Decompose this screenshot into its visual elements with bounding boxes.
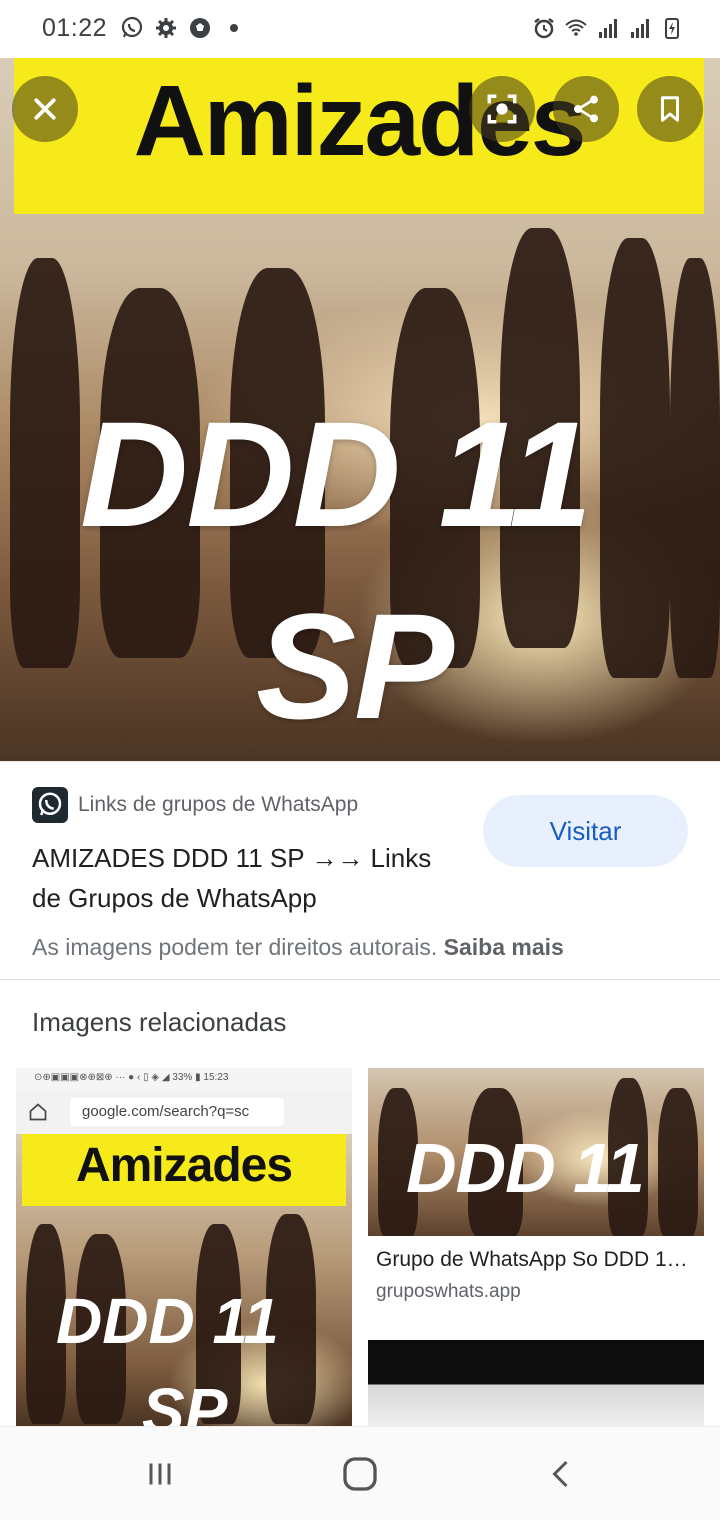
home-button[interactable] <box>300 1427 420 1520</box>
copyright-notice: As imagens podem ter direitos autorais. … <box>32 934 564 961</box>
bookmark-icon <box>661 96 679 122</box>
status-time: 01:22 <box>42 14 108 42</box>
hero-text-line2: SP <box>256 582 454 750</box>
related-image-2-source: gruposwhats.app <box>376 1281 521 1302</box>
divider <box>0 979 720 980</box>
related-image-3[interactable] <box>368 1340 704 1426</box>
home-icon <box>343 1457 377 1491</box>
thumb-image: Amizades DDD 11 SP <box>16 1134 352 1426</box>
silhouette <box>600 238 670 678</box>
dot-icon <box>230 24 238 32</box>
soccer-ball-icon <box>190 18 210 38</box>
related-image-2[interactable]: DDD 11 <box>368 1068 704 1236</box>
whatsapp-icon <box>38 792 62 816</box>
status-bar: 01:22 <box>0 0 720 58</box>
site-favicon <box>32 787 68 823</box>
related-image-1[interactable]: ⊙⊕▣▣▣⊗⊕⊠⊕ ··· ● ‹ ▯ ◈ ◢ 33% ▮ 15:23 goog… <box>16 1068 352 1426</box>
wifi-icon <box>565 19 587 36</box>
thumb-text-line2: SP <box>142 1375 228 1426</box>
lens-icon <box>487 94 517 124</box>
thumb-url-bar: google.com/search?q=sc <box>16 1090 352 1134</box>
thumb-text-line1: DDD 11 <box>56 1285 279 1357</box>
thumb-status-bar: ⊙⊕▣▣▣⊗⊕⊠⊕ ··· ● ‹ ▯ ◈ ◢ 33% ▮ 15:23 <box>16 1068 352 1090</box>
navigation-bar <box>0 1426 720 1520</box>
visit-button[interactable]: Visitar <box>483 795 688 867</box>
recents-icon <box>149 1463 171 1485</box>
gear-icon <box>156 18 176 38</box>
thumb-text: DDD 11 <box>406 1129 645 1207</box>
close-icon <box>34 98 56 120</box>
recents-button[interactable] <box>100 1427 220 1520</box>
thumb-banner: Amizades <box>22 1134 346 1206</box>
hero-text-line1: DDD 11 <box>80 390 592 558</box>
copyright-text: As imagens podem ter direitos autorais. <box>32 934 438 960</box>
learn-more-link[interactable]: Saiba mais <box>444 934 564 960</box>
signal-icon <box>631 19 649 38</box>
thumb-banner-text: Amizades <box>75 1139 293 1192</box>
lens-button[interactable] <box>469 76 535 142</box>
signal-icon <box>599 19 617 38</box>
hero-image[interactable]: Amizades DDD 11 SP <box>0 58 720 761</box>
share-icon <box>574 95 598 123</box>
silhouette <box>658 1088 698 1236</box>
result-title[interactable]: AMIZADES DDD 11 SP →→ Links de Grupos de… <box>32 838 452 918</box>
back-button[interactable] <box>502 1427 622 1520</box>
silhouette <box>670 258 720 678</box>
related-images-heading: Imagens relacionadas <box>32 1007 287 1037</box>
result-info: Links de grupos de WhatsApp AMIZADES DDD… <box>0 761 720 979</box>
alarm-icon <box>534 18 554 39</box>
back-icon <box>552 1460 568 1488</box>
thumb-url: google.com/search?q=sc <box>70 1098 284 1126</box>
silhouette <box>10 258 80 668</box>
whatsapp-icon <box>121 16 143 38</box>
site-name[interactable]: Links de grupos de WhatsApp <box>78 793 358 817</box>
share-button[interactable] <box>553 76 619 142</box>
home-icon <box>29 1103 47 1121</box>
related-image-2-caption[interactable]: Grupo de WhatsApp So DDD 1… <box>376 1248 698 1272</box>
close-button[interactable] <box>12 76 78 142</box>
battery-charging-icon <box>665 18 679 39</box>
bookmark-button[interactable] <box>637 76 703 142</box>
